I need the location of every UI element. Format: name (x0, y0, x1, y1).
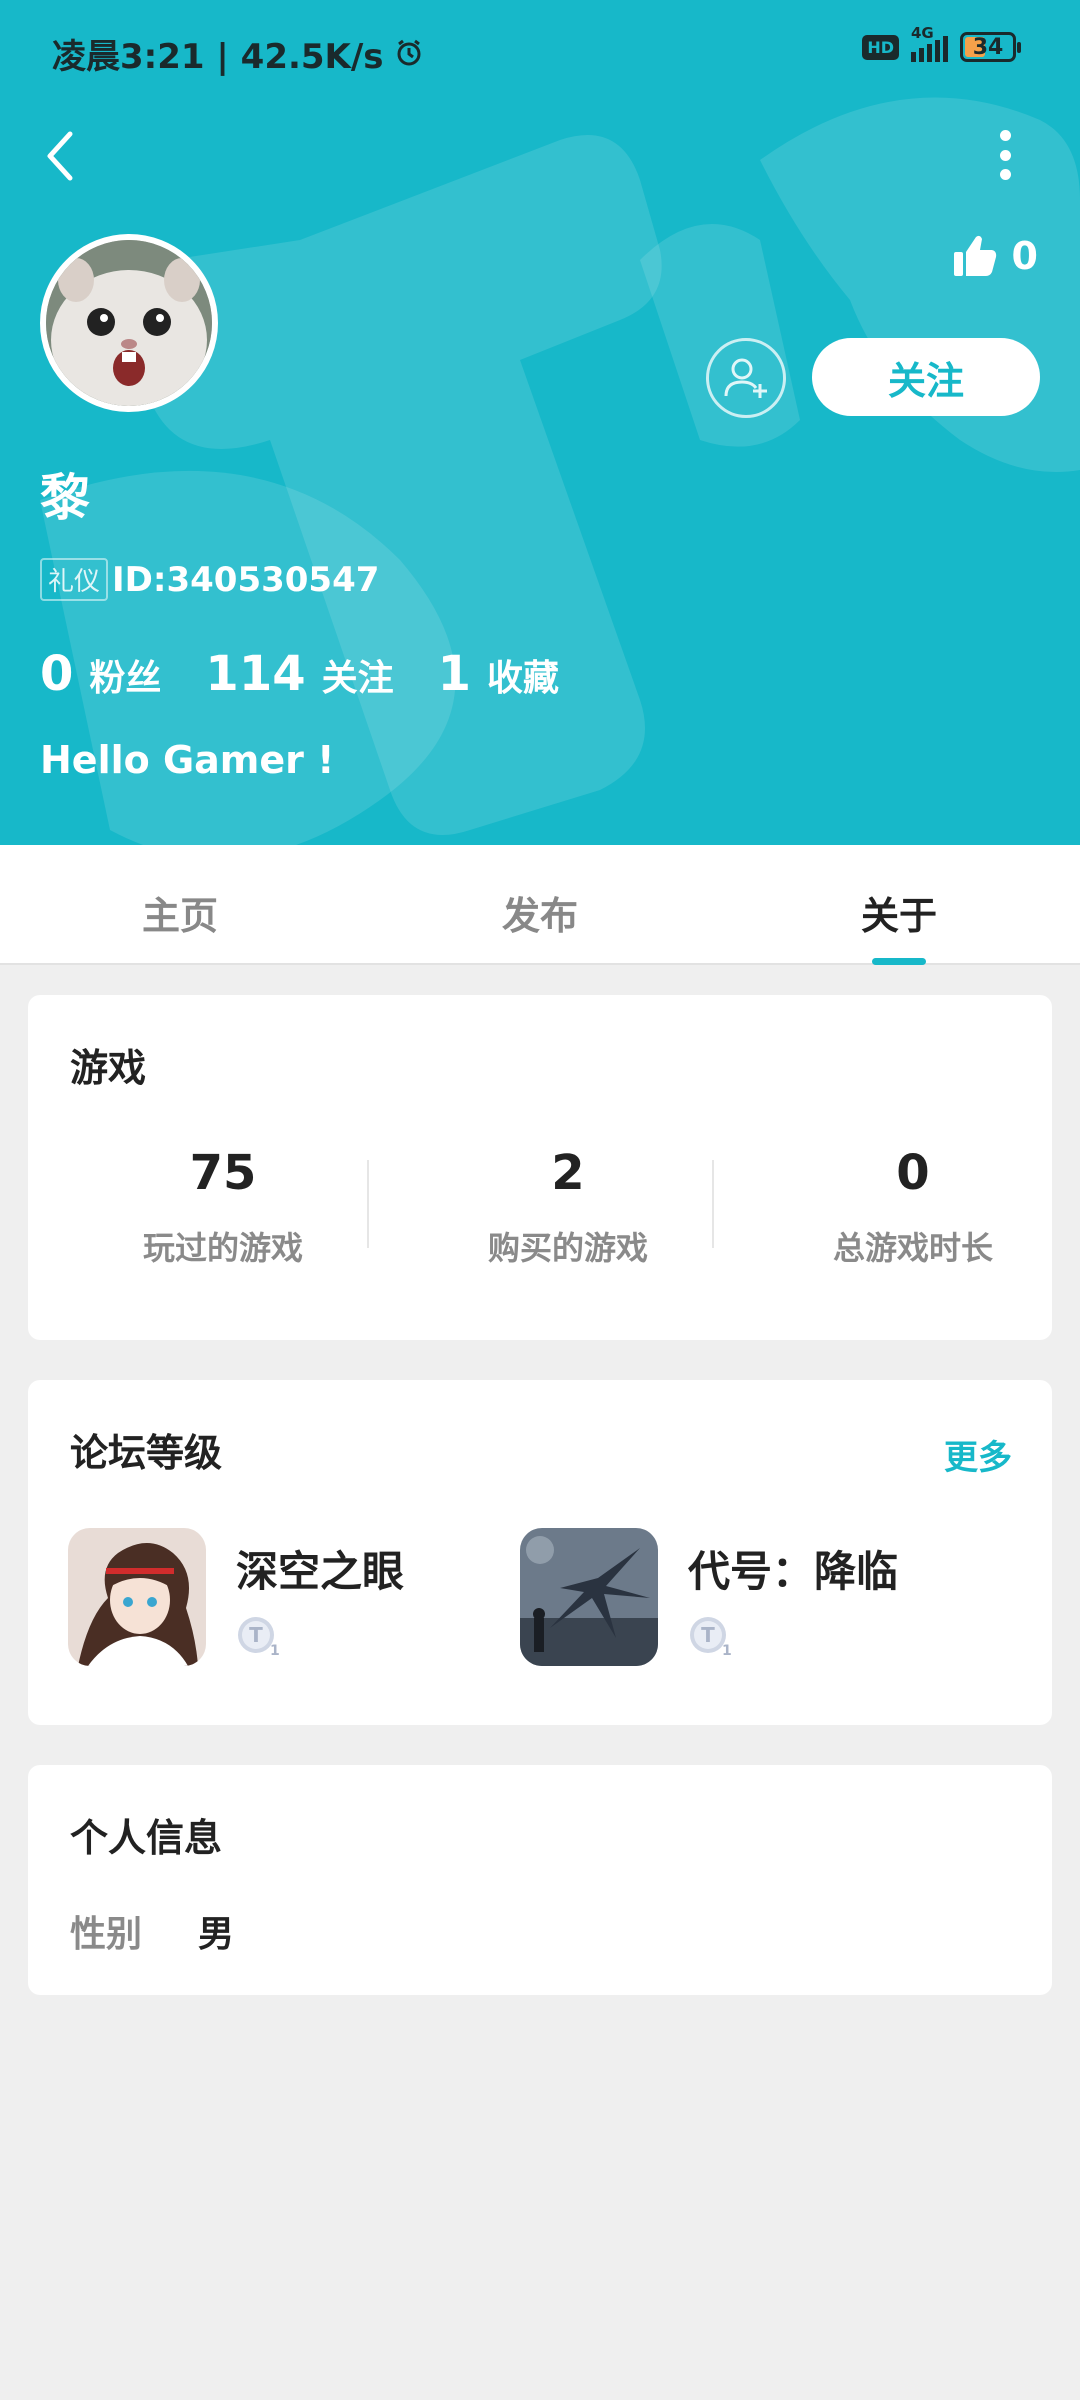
thumbs-up-icon (953, 235, 996, 276)
svg-text:1: 1 (722, 1643, 732, 1659)
stat-following[interactable]: 114 关注 (205, 646, 393, 702)
tab-posts[interactable]: 发布 (502, 885, 578, 940)
status-time-speed: 凌晨3:21 | 42.5K/s (52, 36, 384, 77)
purchased-games-count: 2 (551, 1145, 585, 1201)
add-user-icon (724, 358, 767, 398)
playtime-stat[interactable]: 0 总游戏时长 (743, 1145, 1080, 1269)
purchased-games-stat[interactable]: 2 购买的游戏 (398, 1145, 738, 1269)
game-name: 代号：降临 (688, 1547, 899, 1596)
add-friend-button[interactable] (706, 338, 786, 418)
avatar[interactable] (40, 234, 218, 412)
followers-label: 粉丝 (89, 658, 162, 699)
network-type: 4G (911, 24, 934, 42)
level-badge-icon: T 1 (238, 1617, 280, 1659)
divider (367, 1160, 369, 1248)
stat-followers[interactable]: 0 粉丝 (40, 646, 161, 702)
username: 黎 (40, 469, 90, 527)
gender-label: 性别 (70, 1914, 143, 1955)
playtime-label: 总游戏时长 (832, 1229, 993, 1267)
signal-icon: 4G (911, 24, 948, 62)
etiquette-badge[interactable]: 礼仪 (40, 558, 109, 601)
games-card: 游戏 75 玩过的游戏 2 购买的游戏 0 总游戏时长 (28, 995, 1052, 1340)
more-options-icon[interactable] (990, 130, 1020, 180)
gender-row: 性别 男 (70, 1905, 234, 1957)
purchased-games-label: 购买的游戏 (487, 1229, 648, 1267)
battery-icon: 34 (960, 32, 1021, 62)
status-bar-left: 凌晨3:21 | 42.5K/s (52, 28, 424, 78)
hamster-avatar-image (46, 240, 212, 406)
played-games-count: 75 (189, 1145, 257, 1201)
divider (712, 1160, 714, 1248)
playtime-value: 0 (896, 1145, 930, 1201)
likes-button[interactable]: 0 (952, 234, 1038, 278)
personal-info-card: 个人信息 性别 男 (28, 1765, 1052, 1995)
game-icon-codename-descent (520, 1528, 658, 1666)
following-count: 114 (205, 646, 306, 702)
forum-game-item[interactable]: 代号：降临 T 1 (520, 1528, 898, 1666)
more-link[interactable]: 更多 (944, 1430, 1012, 1479)
stat-favorites[interactable]: 1 收藏 (438, 646, 559, 702)
svg-text:1: 1 (270, 1643, 280, 1659)
forum-level-title: 论坛等级 (70, 1431, 223, 1475)
profile-tabs: 主页 发布 关于 (0, 845, 1080, 965)
likes-count: 0 (1011, 234, 1038, 278)
game-name: 深空之眼 (236, 1547, 405, 1596)
svg-text:T: T (701, 1623, 715, 1647)
svg-text:T: T (249, 1623, 263, 1647)
back-arrow-icon[interactable] (40, 128, 80, 184)
active-tab-indicator (872, 958, 926, 965)
followers-count: 0 (40, 646, 74, 702)
user-bio: Hello Gamer ! (40, 738, 335, 782)
tab-home[interactable]: 主页 (142, 885, 218, 940)
played-games-label: 玩过的游戏 (142, 1229, 303, 1267)
personal-info-title: 个人信息 (70, 1816, 223, 1860)
battery-level: 34 (972, 34, 1004, 60)
forum-level-card: 论坛等级 更多 深空之眼 T 1 代号：降临 T 1 (28, 1380, 1052, 1725)
follow-button[interactable]: 关注 (812, 338, 1040, 416)
games-card-title: 游戏 (70, 1046, 147, 1090)
follow-stats: 0 粉丝 114 关注 1 收藏 (40, 646, 603, 702)
level-badge-icon: T 1 (690, 1617, 732, 1659)
watermark-logo (40, 97, 1080, 845)
user-badge-row: 礼仪 ID:340530547 (40, 558, 379, 601)
tab-about[interactable]: 关于 (861, 885, 937, 940)
profile-header: 凌晨3:21 | 42.5K/s HD 4G 34 0 关注 黎 礼仪 ID:3… (0, 0, 1080, 845)
status-bar-right: HD 4G 34 (862, 24, 1021, 62)
user-id: ID:340530547 (112, 559, 380, 600)
alarm-icon (397, 39, 421, 66)
gender-value: 男 (198, 1914, 235, 1955)
favorites-count: 1 (437, 646, 472, 702)
hd-icon: HD (862, 34, 899, 60)
favorites-label: 收藏 (487, 658, 560, 699)
forum-game-item[interactable]: 深空之眼 T 1 (68, 1528, 404, 1666)
played-games-stat[interactable]: 75 玩过的游戏 (53, 1145, 393, 1269)
following-label: 关注 (321, 658, 394, 699)
game-icon-deep-space (68, 1528, 206, 1666)
